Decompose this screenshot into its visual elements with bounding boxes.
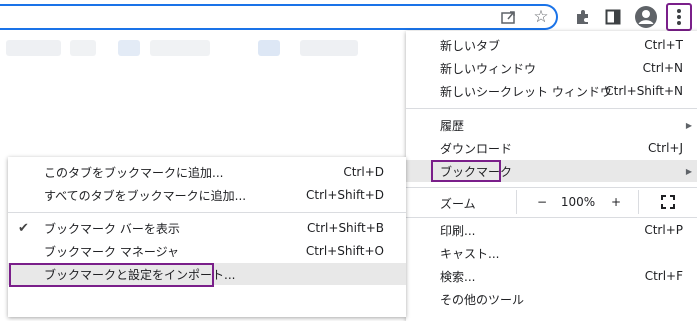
menu-item-show-bookmark-bar[interactable]: ✔ ブックマーク バーを表示 Ctrl+Shift+B bbox=[8, 217, 406, 239]
menu-item-partial bbox=[8, 289, 406, 311]
menu-item-label: 新しいシークレット ウィンドウ bbox=[440, 84, 612, 99]
zoom-control-row: ズーム − 100% + bbox=[406, 190, 697, 214]
menu-item-label: 印刷... bbox=[440, 223, 476, 238]
highlight-box bbox=[9, 263, 214, 287]
menu-item-shortcut: Ctrl+F bbox=[644, 269, 683, 283]
menu-item-label: 新しいタブ bbox=[440, 38, 501, 53]
menu-item-label: 履歴 bbox=[440, 118, 465, 133]
side-panel-icon[interactable] bbox=[602, 6, 624, 28]
menu-item-label: すべてのタブをブックマークに追加... bbox=[44, 188, 247, 203]
menu-item-shortcut: Ctrl+T bbox=[644, 38, 683, 52]
browser-toolbar: ☆ bbox=[0, 0, 697, 34]
share-icon[interactable] bbox=[498, 8, 520, 26]
menu-item-bookmark-manager[interactable]: ブックマーク マネージャ Ctrl+Shift+O bbox=[8, 240, 406, 262]
bookmark-bar-blur bbox=[150, 40, 210, 56]
menu-item-shortcut: Ctrl+P bbox=[644, 223, 683, 237]
menu-item-shortcut: Ctrl+Shift+B bbox=[307, 221, 384, 235]
menu-separator bbox=[406, 108, 697, 109]
bookmark-bar-blur bbox=[6, 40, 61, 56]
menu-item-new-tab[interactable]: 新しいタブ Ctrl+T bbox=[406, 34, 697, 56]
menu-item-new-incognito-window[interactable]: 新しいシークレット ウィンドウ Ctrl+Shift+N bbox=[406, 80, 697, 102]
chrome-main-menu: 新しいタブ Ctrl+T 新しいウィンドウ Ctrl+N 新しいシークレット ウ… bbox=[406, 31, 697, 321]
menu-item-bookmark-this-tab[interactable]: このタブをブックマークに追加... Ctrl+D bbox=[8, 161, 406, 183]
menu-item-print[interactable]: 印刷... Ctrl+P bbox=[406, 219, 697, 241]
star-icon[interactable]: ☆ bbox=[530, 6, 552, 28]
menu-item-find[interactable]: 検索... Ctrl+F bbox=[406, 265, 697, 287]
menu-item-shortcut: Ctrl+J bbox=[648, 141, 683, 155]
menu-item-shortcut: Ctrl+N bbox=[642, 61, 683, 75]
bookmark-bar-blur bbox=[300, 40, 358, 56]
menu-item-cast[interactable]: キャスト... bbox=[406, 242, 697, 264]
menu-item-downloads[interactable]: ダウンロード Ctrl+J bbox=[406, 137, 697, 159]
menu-item-shortcut: Ctrl+D bbox=[343, 165, 384, 179]
menu-item-history[interactable]: 履歴 ▶ bbox=[406, 114, 697, 136]
submenu-arrow-icon: ▶ bbox=[685, 120, 692, 130]
zoom-label: ズーム bbox=[440, 197, 476, 211]
menu-item-label: 新しいウィンドウ bbox=[440, 61, 537, 76]
menu-item-label: キャスト... bbox=[440, 246, 500, 261]
bookmark-bar-blur bbox=[258, 40, 280, 56]
menu-item-label: ブックマーク バーを表示 bbox=[44, 221, 180, 236]
more-menu-icon[interactable] bbox=[666, 3, 692, 31]
menu-separator bbox=[8, 212, 406, 213]
menu-item-label: 検索... bbox=[440, 269, 476, 284]
menu-item-more-tools[interactable]: その他のツール bbox=[406, 288, 697, 310]
menu-separator bbox=[406, 187, 697, 188]
menu-item-shortcut: Ctrl+Shift+D bbox=[306, 188, 384, 202]
zoom-divider bbox=[638, 190, 639, 214]
menu-item-label: このタブをブックマークに追加... bbox=[44, 165, 224, 180]
menu-item-shortcut: Ctrl+Shift+N bbox=[605, 84, 683, 98]
bookmarks-submenu: このタブをブックマークに追加... Ctrl+D すべてのタブをブックマークに追… bbox=[8, 157, 406, 317]
menu-item-label: ダウンロード bbox=[440, 141, 513, 156]
bookmark-bar-blur bbox=[118, 40, 140, 56]
extensions-icon[interactable] bbox=[572, 6, 594, 28]
zoom-in-button[interactable]: + bbox=[592, 192, 640, 212]
checkmark-icon: ✔ bbox=[18, 220, 29, 236]
profile-avatar-icon[interactable] bbox=[634, 5, 658, 29]
menu-item-label: ブックマーク マネージャ bbox=[44, 244, 179, 259]
submenu-arrow-icon: ▶ bbox=[685, 166, 692, 176]
highlight-box bbox=[431, 160, 501, 182]
menu-separator bbox=[406, 217, 697, 218]
fullscreen-icon[interactable] bbox=[646, 192, 690, 212]
bookmark-bar-blur bbox=[70, 40, 96, 56]
menu-item-new-window[interactable]: 新しいウィンドウ Ctrl+N bbox=[406, 57, 697, 79]
address-bar[interactable] bbox=[0, 4, 558, 30]
menu-item-bookmark-all-tabs[interactable]: すべてのタブをブックマークに追加... Ctrl+Shift+D bbox=[8, 184, 406, 206]
menu-item-shortcut: Ctrl+Shift+O bbox=[305, 244, 384, 258]
